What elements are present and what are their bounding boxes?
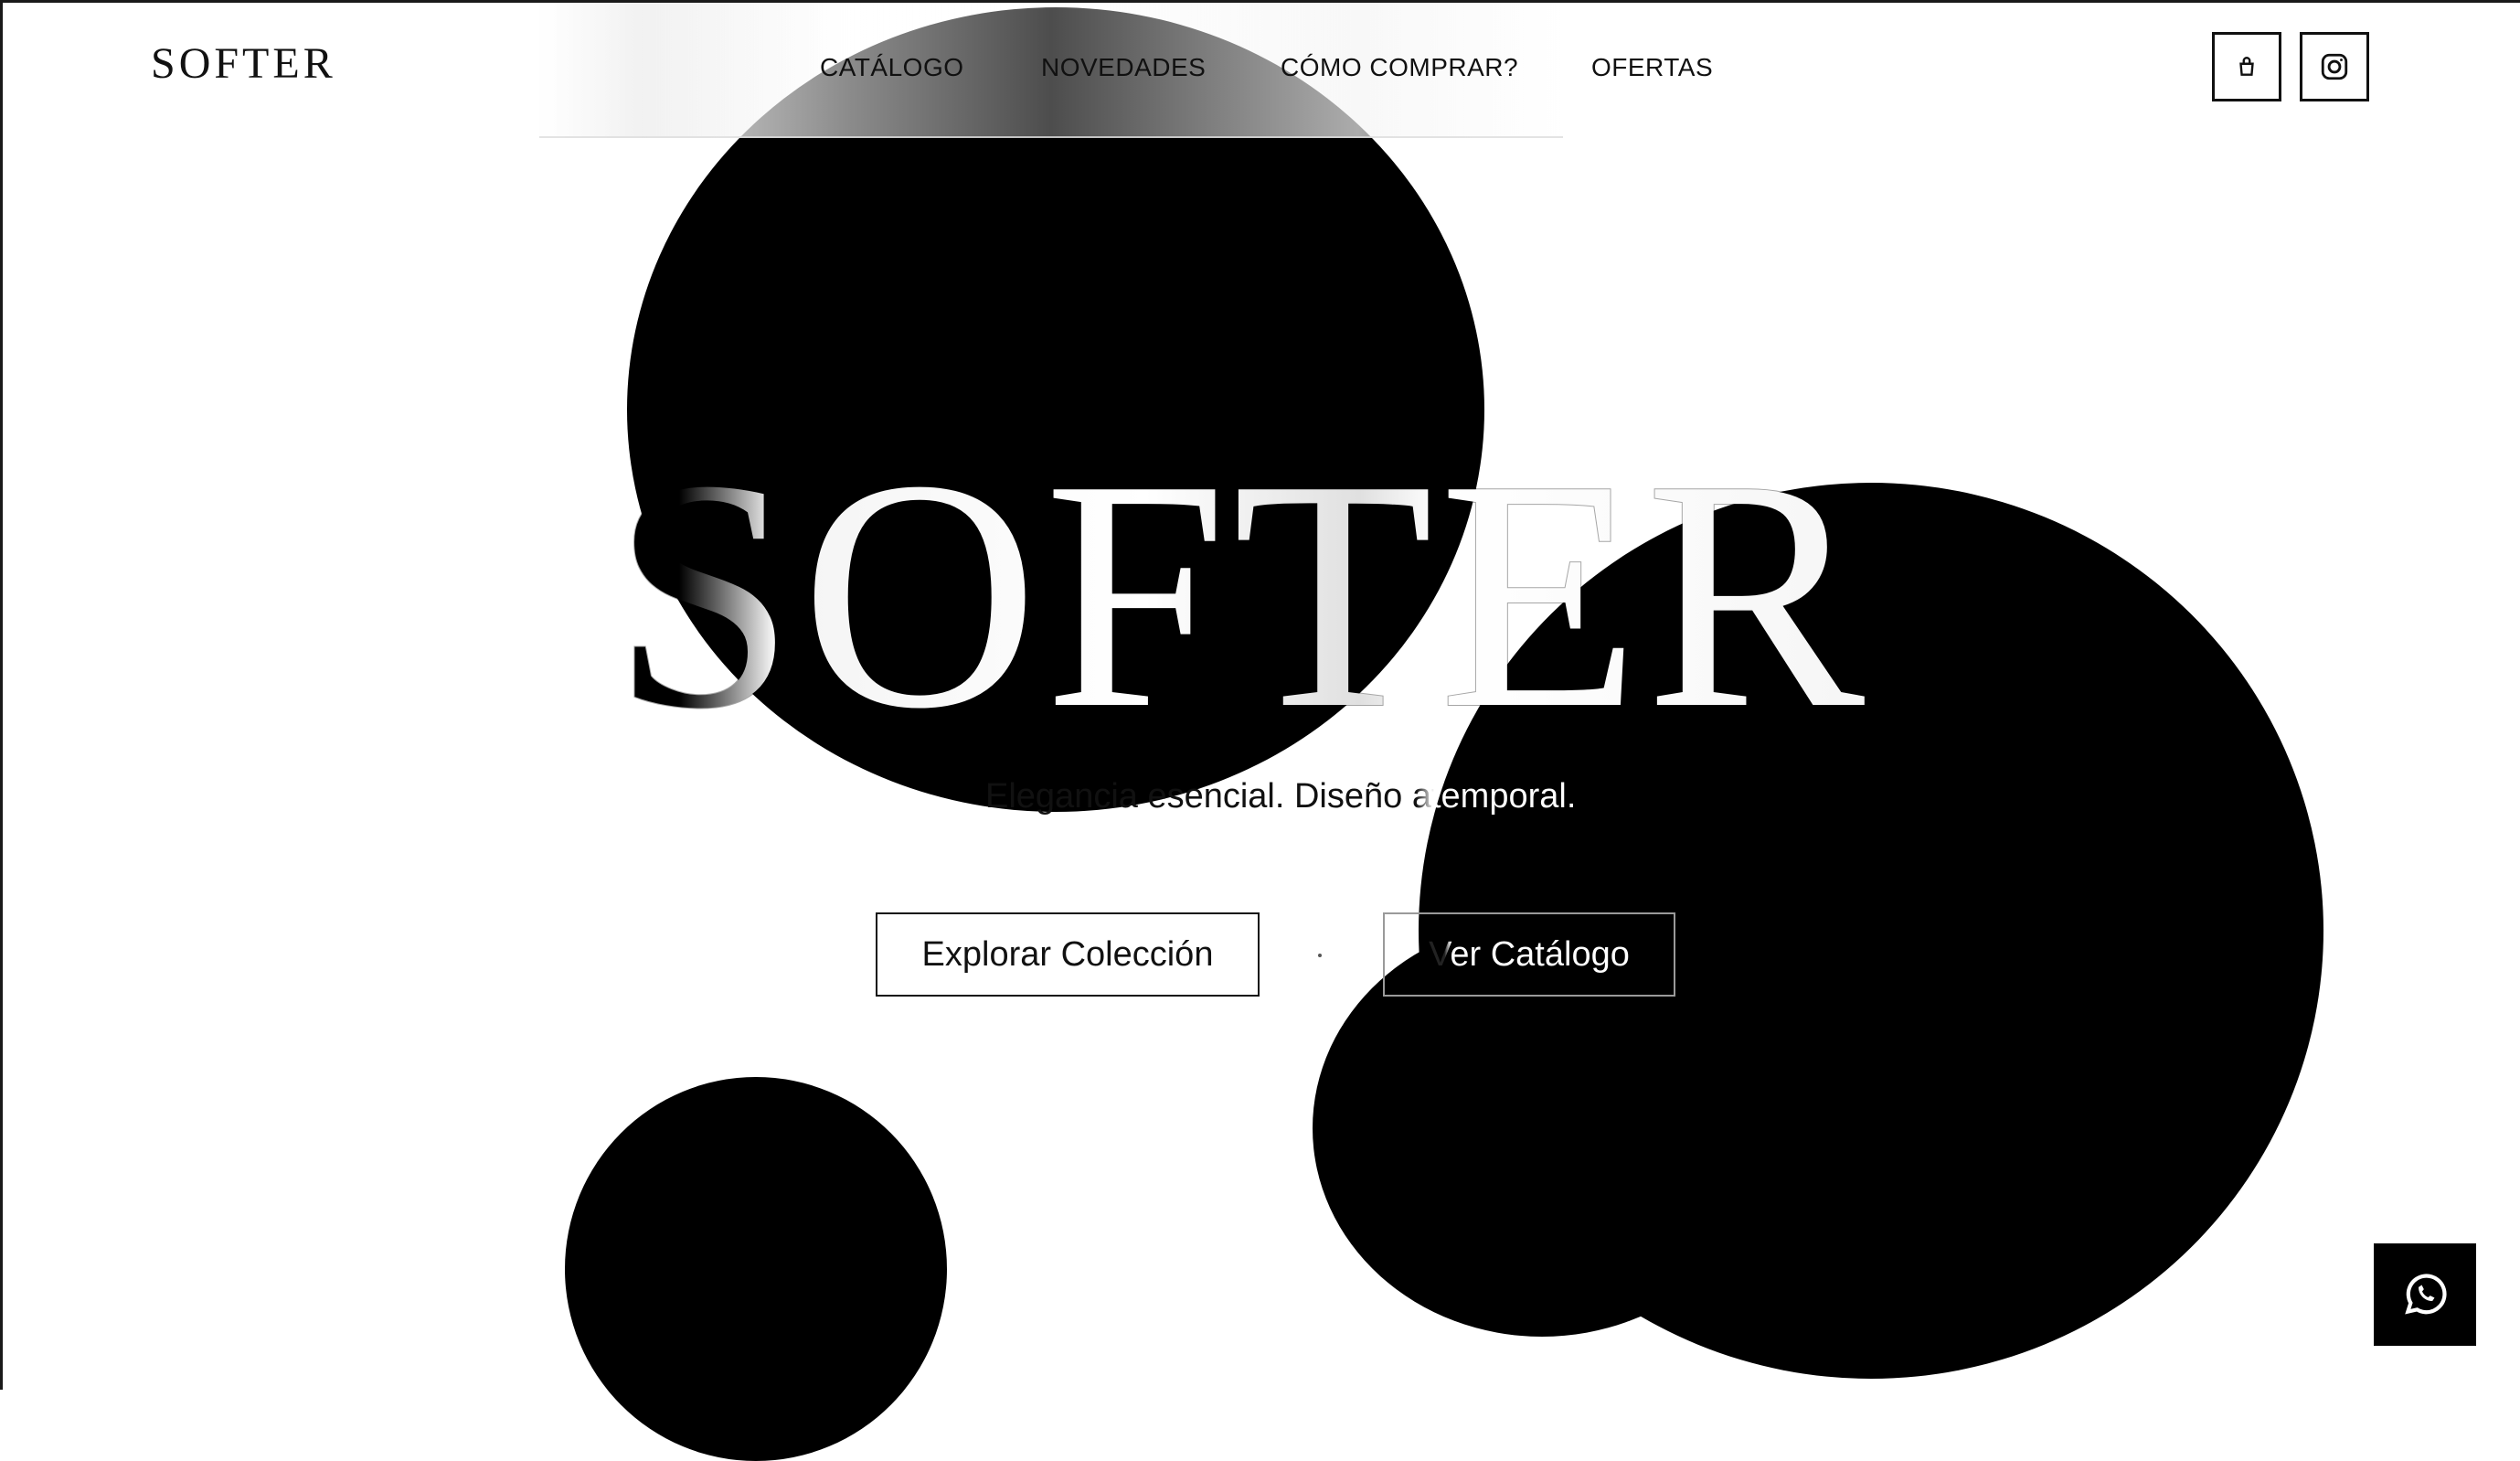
- view-catalog-label: Ver Catálogo: [1429, 934, 1630, 974]
- brand-logo[interactable]: SOFTER: [151, 38, 336, 89]
- nav-item-como-comprar[interactable]: CÓMO COMPRAR?: [1281, 53, 1518, 82]
- instagram-icon: [2321, 53, 2348, 80]
- nav-item-novedades[interactable]: NOVEDADES: [1041, 53, 1206, 82]
- instagram-button[interactable]: [2300, 32, 2369, 101]
- view-catalog-button[interactable]: Ver Catálogo: [1383, 912, 1675, 997]
- decorative-orb: [565, 1077, 947, 1461]
- nav-item-catalogo[interactable]: CATÁLOGO: [820, 53, 964, 82]
- hero-title: SOFTER: [612, 430, 1947, 759]
- site-header: SOFTER CATÁLOGO NOVEDADES CÓMO COMPRAR? …: [0, 0, 2520, 138]
- whatsapp-button[interactable]: [2374, 1243, 2476, 1346]
- shopping-bag-icon: [2239, 57, 2254, 76]
- nav-item-ofertas[interactable]: OFERTAS: [1591, 53, 1713, 82]
- hero-tagline: Elegancia esencial. Diseño atemporal.: [985, 777, 1577, 816]
- explore-collection-button[interactable]: Explorar Colección: [876, 912, 1260, 997]
- cta-separator-dot: [1318, 954, 1322, 957]
- whatsapp-icon: [2405, 1274, 2447, 1315]
- explore-collection-label: Explorar Colección: [921, 934, 1214, 974]
- cart-button[interactable]: [2212, 32, 2281, 101]
